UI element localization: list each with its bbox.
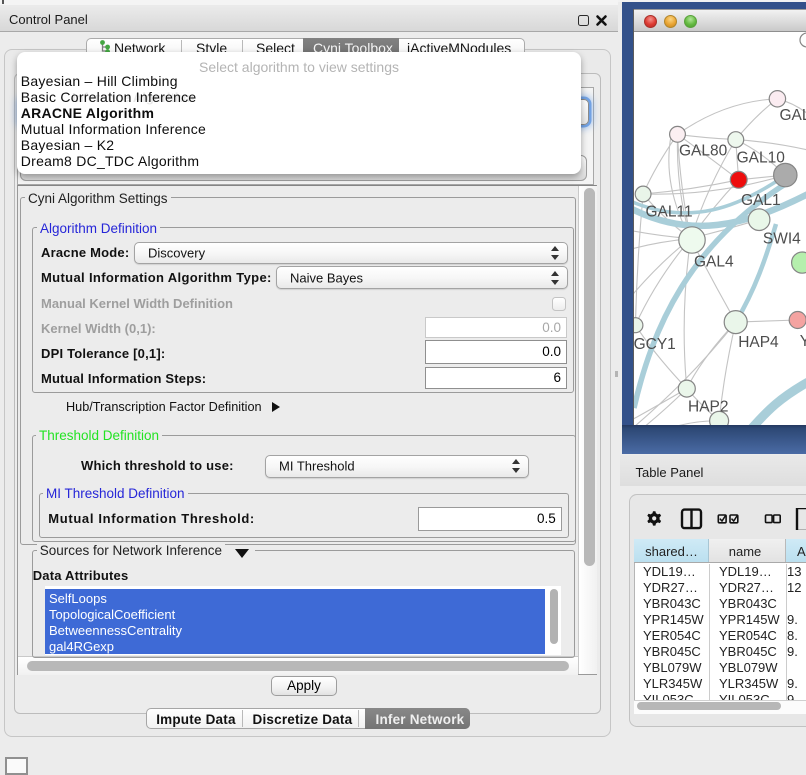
svg-text:HAP2: HAP2 bbox=[688, 399, 729, 416]
svg-text:GAL80: GAL80 bbox=[679, 142, 728, 159]
svg-text:GAL2: GAL2 bbox=[780, 107, 806, 124]
svg-text:HAP4: HAP4 bbox=[738, 334, 779, 351]
svg-text:GAL10: GAL10 bbox=[737, 150, 786, 167]
svg-text:Y: Y bbox=[800, 333, 806, 350]
svg-text:GAL1: GAL1 bbox=[741, 192, 781, 209]
svg-text:SWI4: SWI4 bbox=[763, 231, 801, 248]
svg-text:GAL11: GAL11 bbox=[646, 204, 693, 221]
svg-text:GCY1: GCY1 bbox=[634, 336, 676, 353]
svg-text:GAL4: GAL4 bbox=[694, 254, 734, 271]
